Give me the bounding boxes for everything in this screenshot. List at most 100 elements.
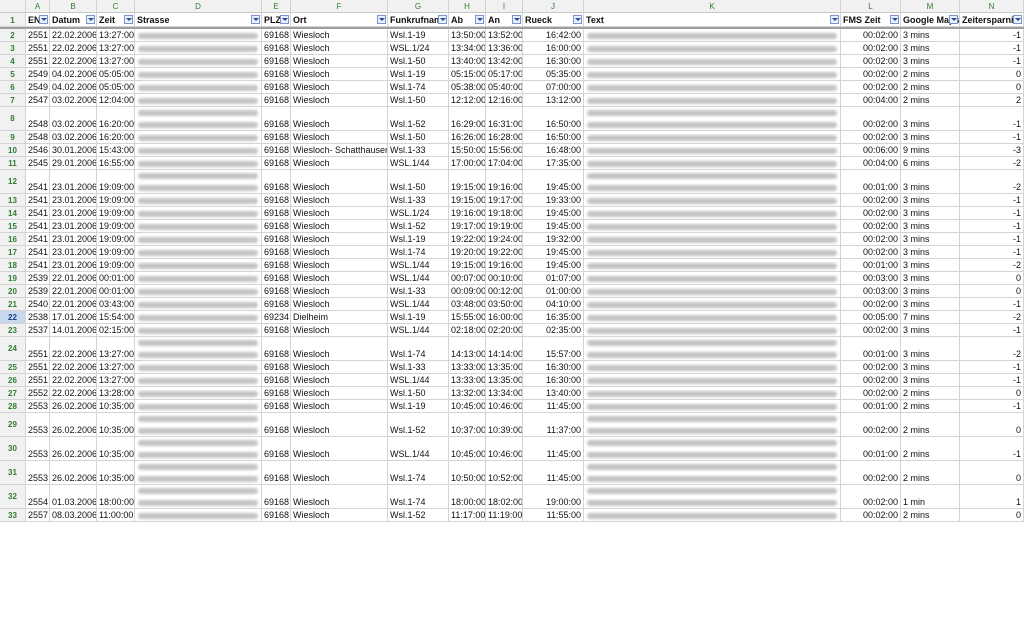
filter-dropdown-icon[interactable] <box>573 15 582 24</box>
cell-text[interactable] <box>584 81 841 94</box>
table-row[interactable]: 12 2541 23.01.2006 19:09:00 69168 Wiesloch Wsl… <box>0 170 1024 194</box>
cell-plz[interactable]: 69168 <box>262 131 291 144</box>
cell-datum[interactable]: 26.02.2006 <box>50 437 97 461</box>
cell-zeit[interactable]: 15:54:00 <box>97 311 135 324</box>
cell-datum[interactable]: 22.01.2006 <box>50 272 97 285</box>
row-number[interactable]: 29 <box>0 413 26 437</box>
cell-funkrufname[interactable]: Wsl.1-74 <box>388 337 449 361</box>
cell-zeit[interactable]: 00:01:00 <box>97 285 135 298</box>
row-number[interactable]: 24 <box>0 337 26 361</box>
row-number[interactable]: 5 <box>0 68 26 81</box>
cell-zeit[interactable]: 13:27:00 <box>97 29 135 42</box>
filter-dropdown-icon[interactable] <box>377 15 386 24</box>
cell-fms-zeit[interactable]: 00:02:00 <box>841 509 901 522</box>
cell-text[interactable] <box>584 437 841 461</box>
cell-text[interactable] <box>584 68 841 81</box>
cell-google-maps[interactable]: 3 mins <box>901 29 960 42</box>
cell-strasse[interactable] <box>135 68 262 81</box>
cell-text[interactable] <box>584 298 841 311</box>
row-number[interactable]: 25 <box>0 361 26 374</box>
cell-strasse[interactable] <box>135 29 262 42</box>
cell-zeitersparnis[interactable]: -1 <box>960 233 1024 246</box>
cell-fms-zeit[interactable]: 00:02:00 <box>841 374 901 387</box>
column-header-ab[interactable]: Ab <box>449 13 486 27</box>
row-number[interactable]: 2 <box>0 29 26 42</box>
cell-text[interactable] <box>584 337 841 361</box>
cell-google-maps[interactable]: 2 mins <box>901 509 960 522</box>
column-letter-c[interactable]: C <box>97 0 135 13</box>
cell-text[interactable] <box>584 461 841 485</box>
cell-enr[interactable]: 2549 <box>26 68 50 81</box>
cell-google-maps[interactable]: 3 mins <box>901 194 960 207</box>
table-row[interactable]: 18 2541 23.01.2006 19:09:00 69168 Wiesloch WSL… <box>0 259 1024 272</box>
table-row[interactable]: 5 2549 04.02.2006 05:05:00 69168 Wiesloch Wsl.… <box>0 68 1024 81</box>
cell-google-maps[interactable]: 2 mins <box>901 461 960 485</box>
cell-fms-zeit[interactable]: 00:02:00 <box>841 194 901 207</box>
cell-zeit[interactable]: 19:09:00 <box>97 194 135 207</box>
cell-funkrufname[interactable]: WSL.1/44 <box>388 374 449 387</box>
cell-zeit[interactable]: 19:09:00 <box>97 207 135 220</box>
cell-plz[interactable]: 69168 <box>262 272 291 285</box>
cell-an[interactable]: 05:17:00 <box>486 68 523 81</box>
cell-an[interactable]: 19:16:00 <box>486 170 523 194</box>
cell-strasse[interactable] <box>135 144 262 157</box>
cell-datum[interactable]: 23.01.2006 <box>50 246 97 259</box>
cell-google-maps[interactable]: 2 mins <box>901 387 960 400</box>
cell-enr[interactable]: 2541 <box>26 170 50 194</box>
cell-strasse[interactable] <box>135 42 262 55</box>
cell-text[interactable] <box>584 272 841 285</box>
cell-an[interactable]: 05:40:00 <box>486 81 523 94</box>
row-number[interactable]: 1 <box>0 13 26 27</box>
cell-fms-zeit[interactable]: 00:02:00 <box>841 29 901 42</box>
cell-ort[interactable]: Wiesloch <box>291 246 388 259</box>
cell-text[interactable] <box>584 485 841 509</box>
cell-an[interactable]: 15:56:00 <box>486 144 523 157</box>
cell-zeitersparnis[interactable]: -1 <box>960 207 1024 220</box>
cell-funkrufname[interactable]: WSL.1/44 <box>388 437 449 461</box>
cell-zeitersparnis[interactable]: 0 <box>960 509 1024 522</box>
cell-strasse[interactable] <box>135 361 262 374</box>
cell-strasse[interactable] <box>135 194 262 207</box>
cell-text[interactable] <box>584 220 841 233</box>
filter-dropdown-icon[interactable] <box>280 15 289 24</box>
cell-google-maps[interactable]: 2 mins <box>901 413 960 437</box>
cell-text[interactable] <box>584 246 841 259</box>
cell-zeitersparnis[interactable]: -1 <box>960 107 1024 131</box>
cell-zeitersparnis[interactable]: -2 <box>960 311 1024 324</box>
cell-google-maps[interactable]: 3 mins <box>901 285 960 298</box>
cell-fms-zeit[interactable]: 00:02:00 <box>841 361 901 374</box>
column-letter-g[interactable]: G <box>388 0 449 13</box>
cell-zeitersparnis[interactable]: 0 <box>960 461 1024 485</box>
cell-google-maps[interactable]: 3 mins <box>901 361 960 374</box>
cell-enr[interactable]: 2553 <box>26 461 50 485</box>
cell-ort[interactable]: Wiesloch <box>291 337 388 361</box>
table-row[interactable]: 6 2549 04.02.2006 05:05:00 69168 Wiesloch Wsl.… <box>0 81 1024 94</box>
column-header-plz[interactable]: PLZ <box>262 13 291 27</box>
row-number[interactable]: 15 <box>0 220 26 233</box>
row-number[interactable]: 32 <box>0 485 26 509</box>
cell-datum[interactable]: 22.02.2006 <box>50 374 97 387</box>
cell-plz[interactable]: 69168 <box>262 157 291 170</box>
cell-strasse[interactable] <box>135 131 262 144</box>
cell-ort[interactable]: Wiesloch <box>291 400 388 413</box>
row-number[interactable]: 13 <box>0 194 26 207</box>
cell-fms-zeit[interactable]: 00:02:00 <box>841 298 901 311</box>
cell-datum[interactable]: 03.02.2006 <box>50 107 97 131</box>
cell-zeitersparnis[interactable]: -1 <box>960 324 1024 337</box>
table-row[interactable]: 2 2551 22.02.2006 13:27:00 69168 Wiesloch Wsl.… <box>0 29 1024 42</box>
cell-funkrufname[interactable]: Wsl.1-52 <box>388 413 449 437</box>
cell-text[interactable] <box>584 42 841 55</box>
table-row[interactable]: 13 2541 23.01.2006 19:09:00 69168 Wiesloch Wsl… <box>0 194 1024 207</box>
cell-enr[interactable]: 2547 <box>26 94 50 107</box>
cell-fms-zeit[interactable]: 00:01:00 <box>841 400 901 413</box>
column-letter-n[interactable]: N <box>960 0 1024 13</box>
cell-zeitersparnis[interactable]: 0 <box>960 413 1024 437</box>
cell-ort[interactable]: Wiesloch- Schatthausen <box>291 144 388 157</box>
cell-an[interactable]: 12:16:00 <box>486 94 523 107</box>
row-number[interactable]: 16 <box>0 233 26 246</box>
cell-enr[interactable]: 2539 <box>26 285 50 298</box>
cell-enr[interactable]: 2551 <box>26 374 50 387</box>
cell-ab[interactable]: 12:12:00 <box>449 94 486 107</box>
cell-zeitersparnis[interactable]: 1 <box>960 485 1024 509</box>
cell-funkrufname[interactable]: WSL.1/44 <box>388 157 449 170</box>
